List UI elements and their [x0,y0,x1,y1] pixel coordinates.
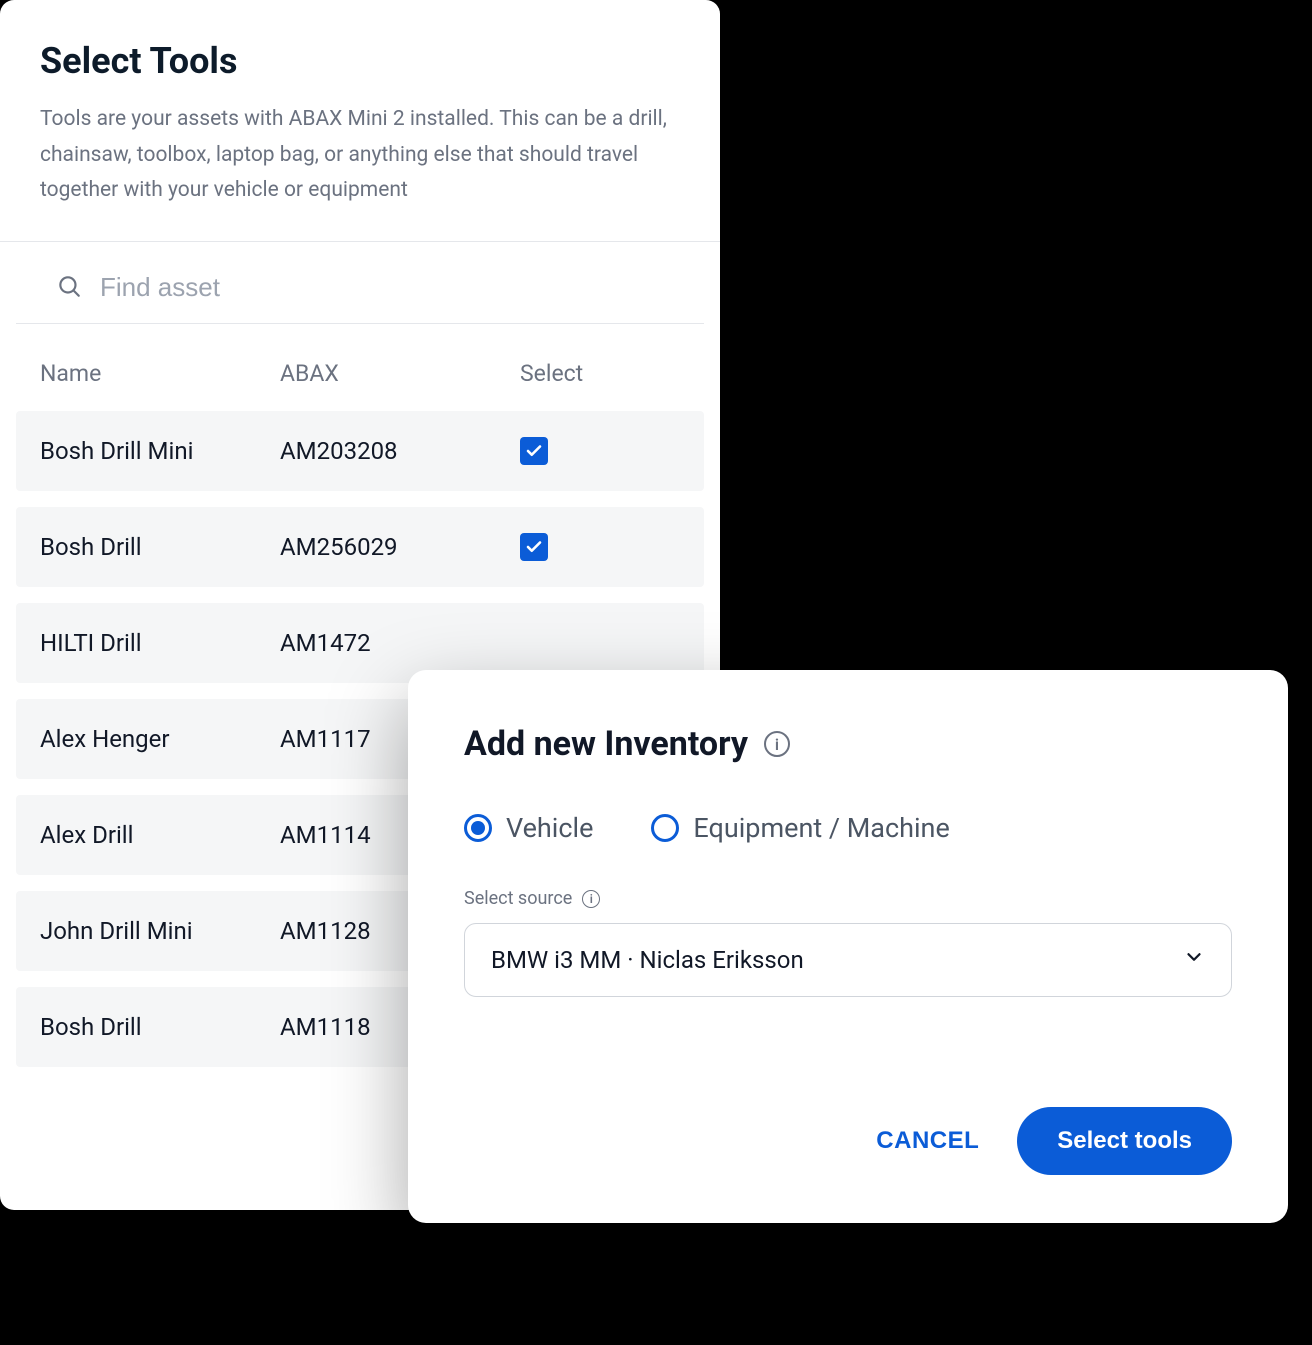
select-tools-title: Select Tools [40,40,680,82]
cell-abax: AM203208 [280,437,520,465]
cell-name: Bosh Drill Mini [40,437,280,465]
col-name: Name [40,360,280,387]
cell-abax: AM1472 [280,629,520,657]
radio-vehicle-label: Vehicle [506,812,593,844]
radio-vehicle[interactable]: Vehicle [464,812,593,844]
checkbox[interactable] [520,437,548,465]
table-row: Bosh Drill MiniAM203208 [16,411,704,491]
inventory-type-radios: Vehicle Equipment / Machine [464,812,1232,844]
cell-select [520,437,680,465]
radio-indicator [464,814,492,842]
search-section [16,242,704,324]
chevron-down-icon [1183,946,1205,974]
search-input[interactable] [100,272,664,303]
info-icon[interactable]: i [582,890,600,908]
radio-equipment-label: Equipment / Machine [693,812,949,844]
radio-equipment[interactable]: Equipment / Machine [651,812,949,844]
cell-name: Bosh Drill [40,533,280,561]
source-select[interactable]: BMW i3 MM · Niclas Eriksson [464,923,1232,997]
search-icon [56,273,82,303]
add-inventory-modal: Add new Inventory i Vehicle Equipment / … [408,670,1288,1223]
checkbox[interactable] [520,533,548,561]
select-tools-description: Tools are your assets with ABAX Mini 2 i… [40,102,680,209]
cell-name: Alex Drill [40,821,280,849]
select-tools-header: Select Tools Tools are your assets with … [0,0,720,241]
select-tools-button[interactable]: Select tools [1017,1107,1232,1175]
cancel-button[interactable]: CANCEL [876,1127,979,1155]
cell-name: Alex Henger [40,725,280,753]
cell-name: Bosh Drill [40,1013,280,1041]
modal-title: Add new Inventory [464,724,748,764]
cell-name: John Drill Mini [40,917,280,945]
radio-indicator [651,814,679,842]
table-row: Bosh DrillAM256029 [16,507,704,587]
cell-abax: AM256029 [280,533,520,561]
source-label: Select source [464,888,572,909]
source-value: BMW i3 MM · Niclas Eriksson [491,946,804,974]
info-icon[interactable]: i [764,731,790,757]
table-header: Name ABAX Select [16,324,704,411]
cell-name: HILTI Drill [40,629,280,657]
cell-select [520,533,680,561]
col-abax: ABAX [280,360,520,387]
col-select: Select [520,360,680,387]
